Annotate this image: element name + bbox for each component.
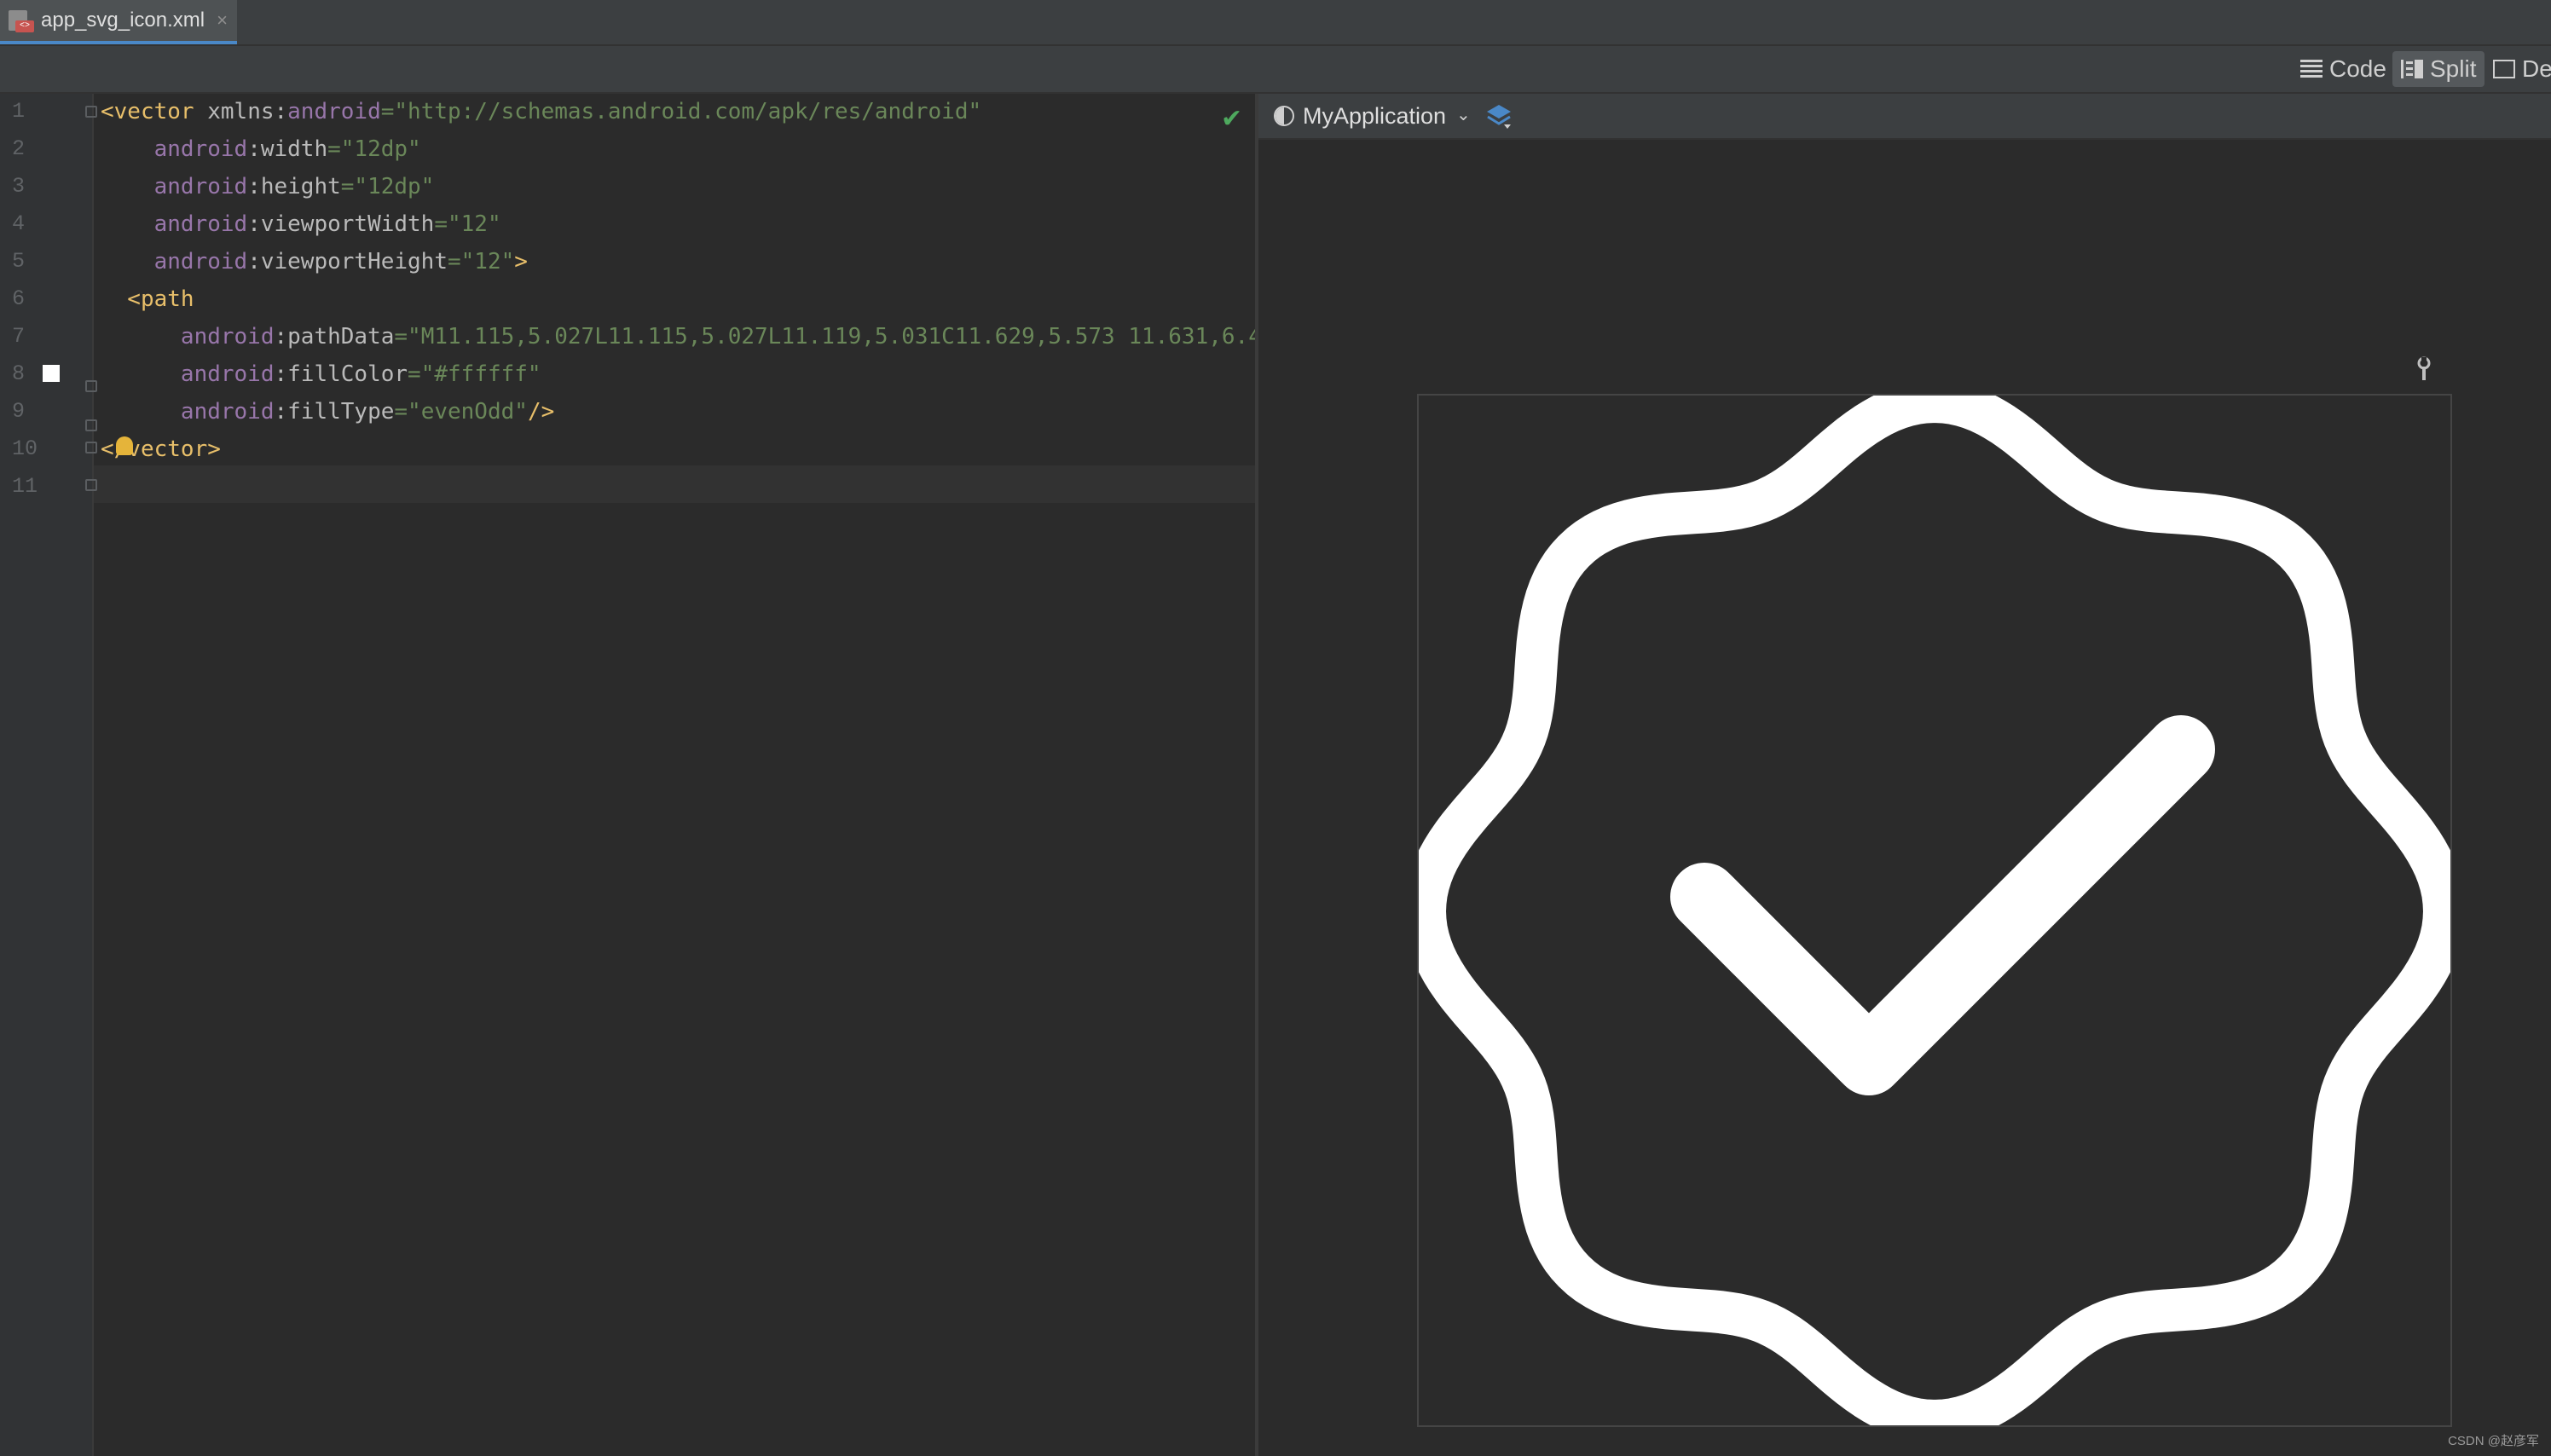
- code-token: android: [101, 136, 248, 162]
- design-mode-label: De: [2522, 55, 2551, 82]
- check-icon[interactable]: ✔: [1221, 104, 1242, 134]
- fold-marker-icon[interactable]: [85, 380, 97, 392]
- app-theme-selector[interactable]: MyApplication: [1303, 99, 1446, 133]
- code-token: :height: [247, 174, 341, 199]
- code-lines-icon: [2300, 60, 2323, 78]
- image-icon: [2493, 60, 2515, 78]
- code-token: ="evenOdd": [394, 399, 528, 425]
- code-token: :width: [247, 136, 328, 162]
- xml-badge: <>: [15, 20, 34, 32]
- line-number: 4: [12, 211, 26, 236]
- line-number: 8: [12, 361, 26, 386]
- code-token: ="12dp": [327, 136, 421, 162]
- preview-panel: MyApplication ⌄ CSDN @赵彦军: [1258, 94, 2551, 1456]
- code-token: ="12": [434, 211, 501, 237]
- code-line[interactable]: android:viewportHeight="12">: [101, 249, 528, 274]
- close-icon[interactable]: ×: [217, 9, 228, 32]
- code-line[interactable]: android:pathData="M11.115,5.027L11.115,5…: [101, 324, 1262, 350]
- tab-app-svg-icon[interactable]: <> app_svg_icon.xml ×: [0, 0, 237, 44]
- line-number: 9: [12, 399, 26, 424]
- code-token: ="M11.115,5.027L11.115,5.027L11.119,5.03…: [394, 324, 1262, 350]
- view-mode-toolbar: Code Split De: [0, 46, 2551, 94]
- code-token: :viewportWidth: [247, 211, 435, 237]
- code-mode-label: Code: [2329, 55, 2386, 82]
- code-token: <path: [101, 286, 194, 312]
- split-view-icon: [2401, 60, 2423, 78]
- fold-marker-icon[interactable]: [85, 479, 97, 491]
- code-token: <vector: [101, 99, 208, 124]
- code-token: android: [101, 361, 275, 387]
- editor-tab-bar: <> app_svg_icon.xml ×: [0, 0, 2551, 46]
- code-token: ="12": [448, 249, 515, 274]
- line-number: 2: [12, 136, 26, 161]
- line-number: 10: [12, 436, 38, 461]
- line-number: 5: [12, 249, 26, 274]
- verified-badge-icon: [1403, 380, 2466, 1442]
- preview-toolbar: MyApplication ⌄: [1258, 94, 2551, 140]
- code-token: :fillType: [274, 399, 395, 425]
- code-token: />: [527, 399, 555, 425]
- code-token: :fillColor: [274, 361, 408, 387]
- design-mode-button[interactable]: De: [2493, 51, 2551, 87]
- checkmark-icon: [1670, 715, 2215, 1095]
- code-token: ="12dp": [340, 174, 435, 199]
- line-number: 6: [12, 286, 26, 311]
- code-line[interactable]: android:viewportWidth="12": [101, 211, 501, 237]
- code-line[interactable]: android:fillType="evenOdd"/>: [101, 399, 554, 425]
- vector-preview-canvas: [1403, 380, 2466, 1442]
- code-token: android: [101, 249, 248, 274]
- code-token: android: [101, 399, 275, 425]
- current-line-highlight: [92, 465, 1255, 503]
- chevron-down-icon[interactable]: ⌄: [1456, 104, 1471, 125]
- code-token: xmlns:: [207, 99, 288, 124]
- split-mode-button[interactable]: Split: [2392, 51, 2485, 87]
- code-line[interactable]: android:height="12dp": [101, 174, 435, 199]
- line-number: 1: [12, 99, 26, 124]
- code-token: ="http://schemas.android.com/apk/res/and…: [380, 99, 982, 124]
- fold-marker-icon[interactable]: [85, 419, 97, 431]
- code-token: android: [101, 211, 248, 237]
- code-line[interactable]: android:fillColor="#ffffff": [101, 361, 541, 387]
- tab-label: app_svg_icon.xml: [41, 9, 205, 32]
- theme-icon[interactable]: [1274, 106, 1294, 126]
- code-editor[interactable]: 1 2 3 4 5 6 7 8 9 10 11 <vector xmlns:android="htt…: [0, 94, 1262, 1456]
- fill-color-swatch[interactable]: [43, 365, 60, 382]
- xml-file-icon: <>: [7, 7, 34, 34]
- wrench-icon[interactable]: [2411, 356, 2437, 389]
- code-token: >: [514, 249, 528, 274]
- line-number: 11: [12, 474, 38, 499]
- split-mode-label: Split: [2430, 55, 2477, 82]
- watermark: CSDN @赵彦军: [2448, 1434, 2539, 1448]
- code-line[interactable]: <vector xmlns:android="http://schemas.an…: [101, 99, 981, 124]
- code-token: android: [101, 324, 275, 350]
- fold-marker-icon[interactable]: [85, 106, 97, 118]
- layers-icon[interactable]: [1485, 102, 1513, 130]
- code-token: ="#ffffff": [408, 361, 541, 387]
- code-token: :viewportHeight: [247, 249, 448, 274]
- code-token: android: [101, 174, 248, 199]
- code-token: :pathData: [274, 324, 395, 350]
- fold-marker-icon[interactable]: [85, 442, 97, 454]
- lightbulb-icon[interactable]: [116, 436, 133, 455]
- line-number: 3: [12, 174, 26, 199]
- code-line[interactable]: <path: [101, 286, 194, 312]
- code-line[interactable]: android:width="12dp": [101, 136, 421, 162]
- code-token: android: [287, 99, 381, 124]
- line-number: 7: [12, 324, 26, 349]
- code-mode-button[interactable]: Code: [2300, 51, 2386, 87]
